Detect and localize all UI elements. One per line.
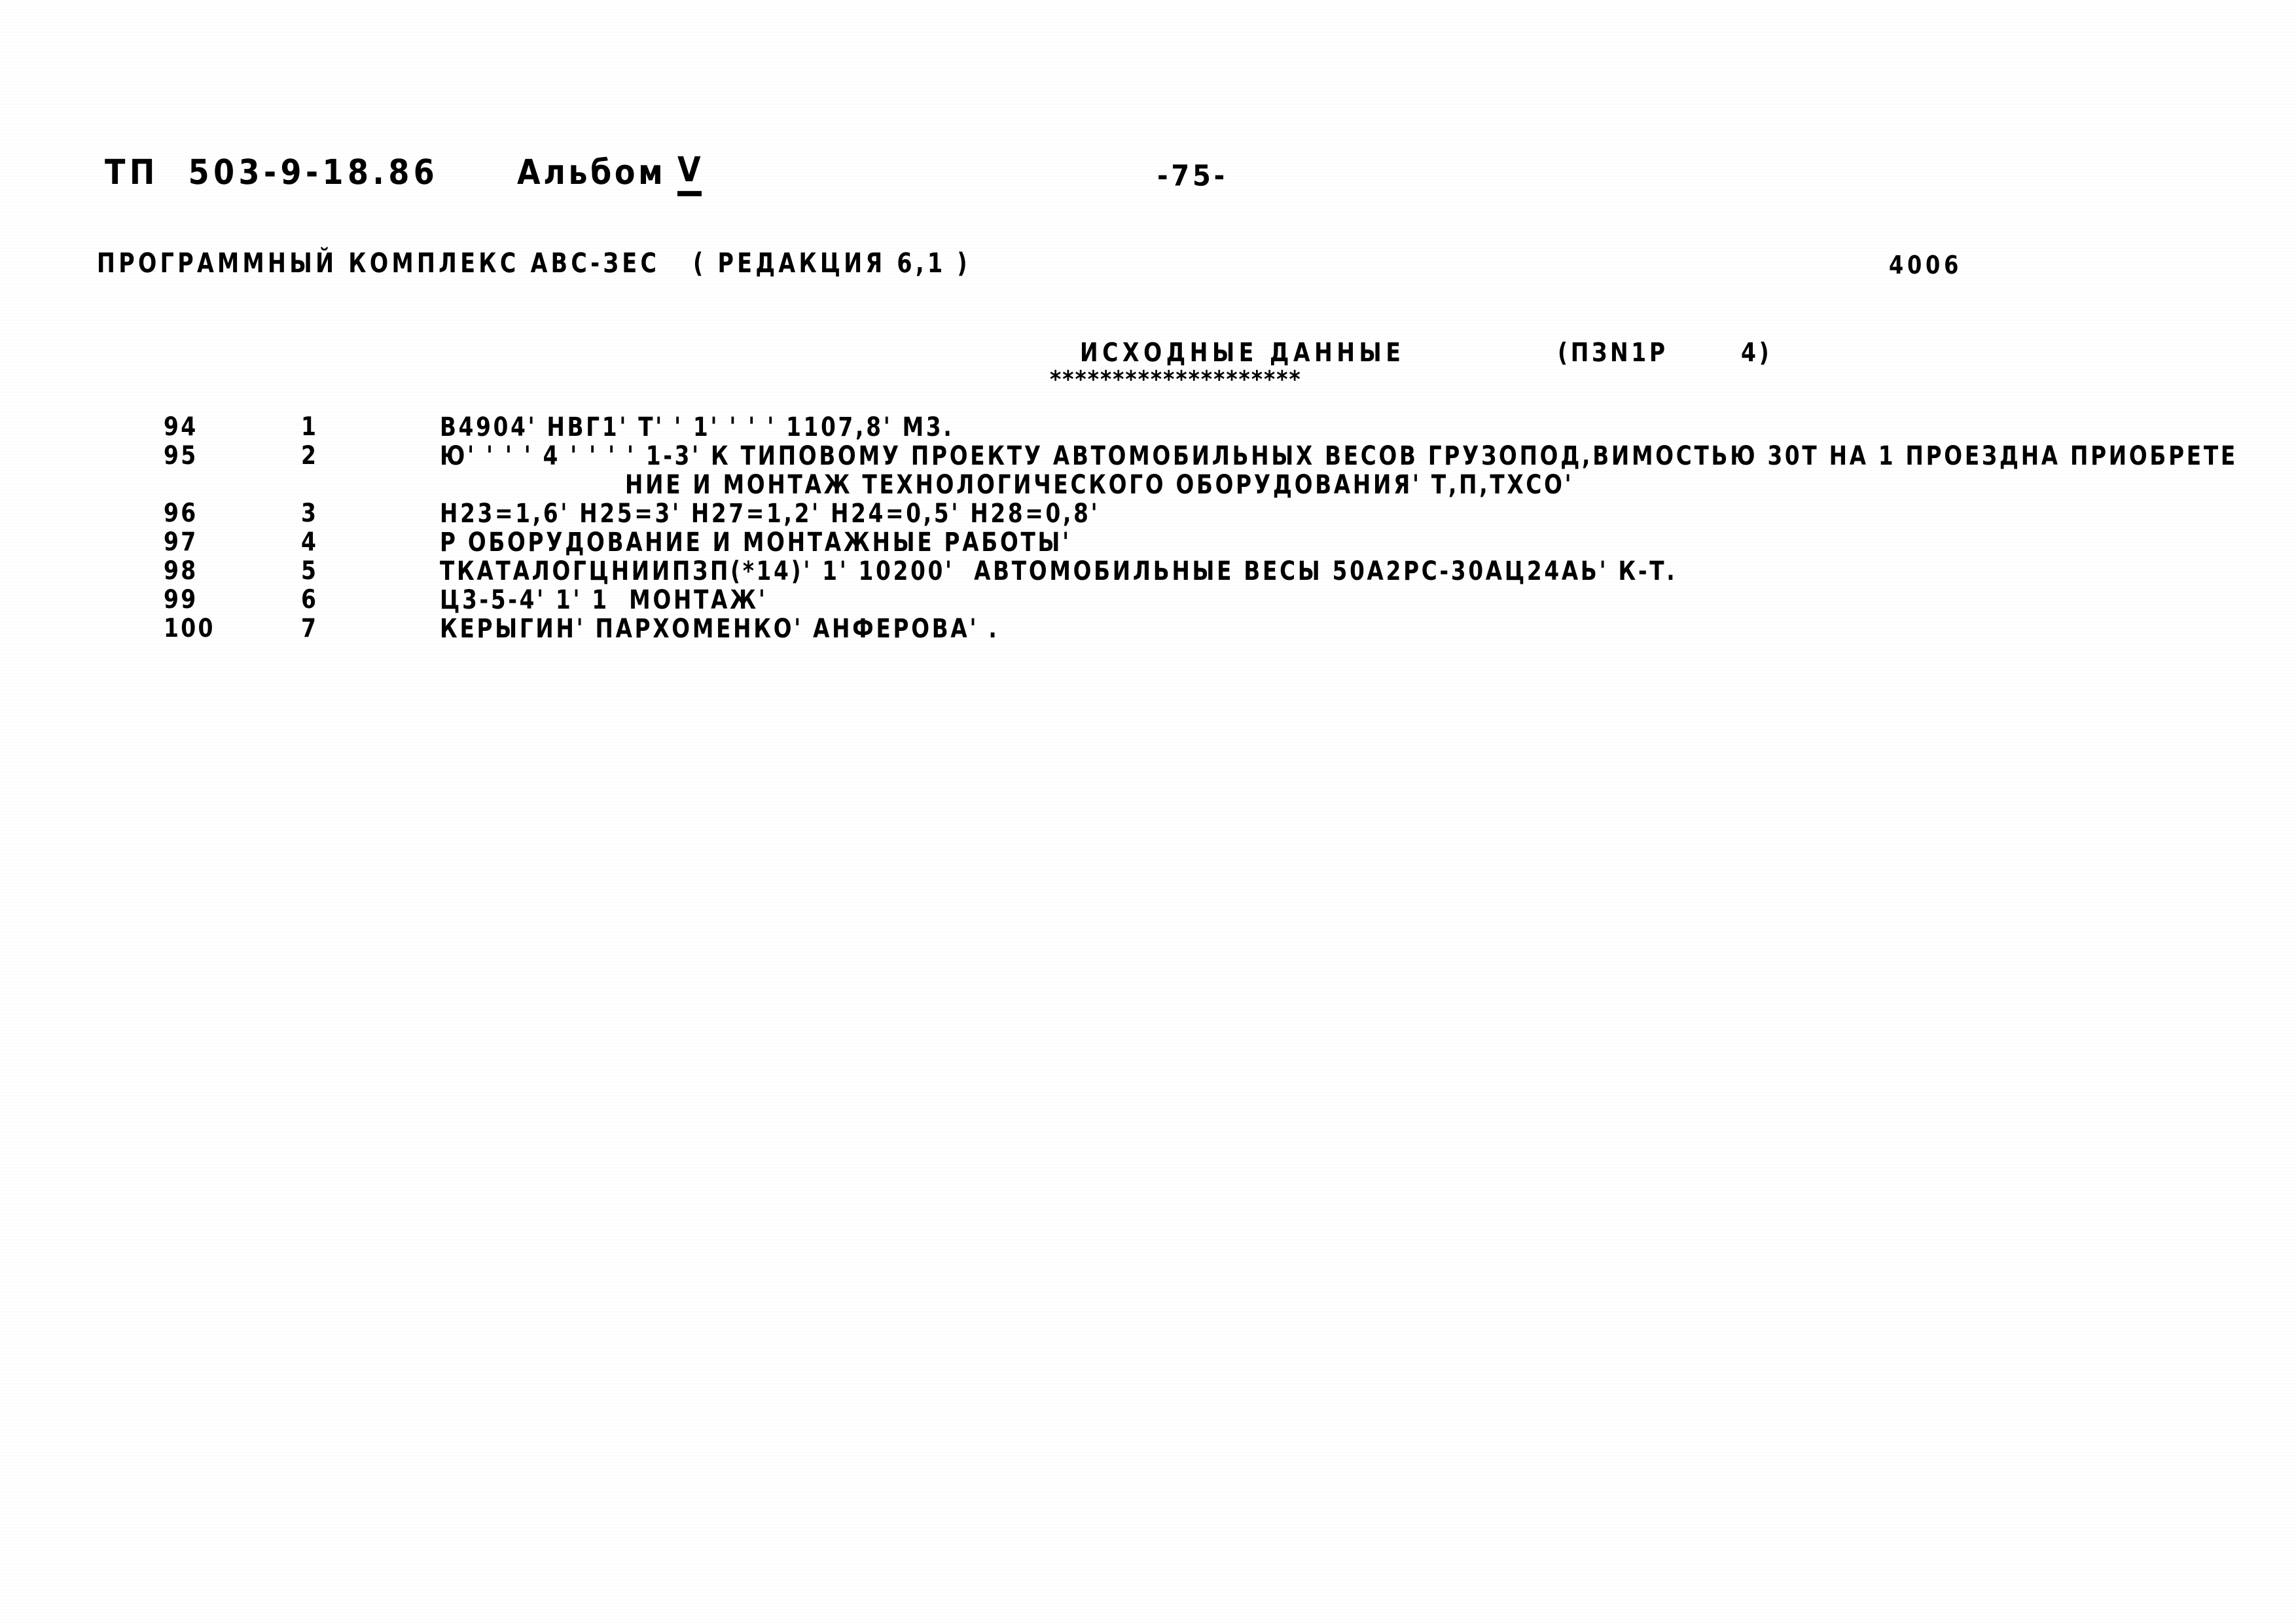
listing-row: 97 4 Р ОБОРУДОВАНИЕ И МОНТАЖНЫЕ РАБОТЫ' <box>0 526 2296 558</box>
listing-row: 94 1 В4904' НВГ1' Т' ' 1' ' ' ' 1107,8' … <box>0 411 2296 442</box>
listing-row: 98 5 ТКАТАЛОГЦНИИПЗП(*14)' 1' 10200' АВТ… <box>0 555 2296 586</box>
album-volume-number: V <box>677 149 702 196</box>
listing-row: 99 6 Ц3-5-4' 1' 1 МОНТАЖ' <box>0 584 2296 615</box>
row-record-text: Р ОБОРУДОВАНИЕ И МОНТАЖНЫЕ РАБОТЫ' <box>440 526 1071 558</box>
row-record-text-continued: НИЕ И МОНТАЖ ТЕХНОЛОГИЧЕСКОГО ОБОРУДОВАН… <box>625 469 1574 500</box>
section-title-underline: ******************** <box>1050 365 1302 393</box>
row-record-text: В4904' НВГ1' Т' ' 1' ' ' ' 1107,8' М3. <box>440 411 954 442</box>
listing-row-continuation: НИЕ И МОНТАЖ ТЕХНОЛОГИЧЕСКОГО ОБОРУДОВАН… <box>0 469 2296 500</box>
row-record-text: Ю' ' ' ' 4 ' ' ' ' 1-3' К ТИПОВОМУ ПРОЕК… <box>440 440 2238 471</box>
row-line-number: 100 <box>164 613 215 643</box>
row-sequence-number: 1 <box>301 411 319 442</box>
row-sequence-number: 2 <box>301 440 319 471</box>
row-line-number: 95 <box>164 440 198 471</box>
row-line-number: 97 <box>164 526 198 557</box>
row-record-text: КЕРЫГИН' ПАРХОМЕНКО' АНФЕРОВА' . <box>440 613 999 644</box>
row-line-number: 94 <box>164 411 198 442</box>
document-code: ТП 503-9-18.86 <box>105 152 439 192</box>
row-line-number: 99 <box>164 584 198 615</box>
row-sequence-number: 7 <box>301 613 319 643</box>
section-title: ИСХОДНЫЕ ДАННЫЕ <box>1080 337 1405 368</box>
row-sequence-number: 3 <box>301 497 319 528</box>
album-label: Альбом <box>517 152 666 192</box>
scanned-page: ТП 503-9-18.86 Альбом V -75- ПРОГРАММНЫЙ… <box>0 0 2296 1623</box>
row-sequence-number: 6 <box>301 584 319 615</box>
row-record-text: ТКАТАЛОГЦНИИПЗП(*14)' 1' 10200' АВТОМОБИ… <box>440 555 1677 586</box>
row-record-text: Ц3-5-4' 1' 1 МОНТАЖ' <box>440 584 768 615</box>
program-complex-banner: ПРОГРАММНЫЙ КОМПЛЕКС АВС-ЗЕС ( РЕДАКЦИЯ … <box>97 247 971 279</box>
section-reference-number: 4) <box>1741 337 1772 368</box>
listing-row: 96 3 Н23=1,6' Н25=3' Н27=1,2' Н24=0,5' Н… <box>0 497 2296 529</box>
row-record-text: Н23=1,6' Н25=3' Н27=1,2' Н24=0,5' Н28=0,… <box>440 497 1100 529</box>
row-line-number: 96 <box>164 497 198 528</box>
listing-row: 95 2 Ю' ' ' ' 4 ' ' ' ' 1-3' К ТИПОВОМУ … <box>0 440 2296 471</box>
section-reference-code: (ПЗN1P <box>1558 337 1668 368</box>
row-line-number: 98 <box>164 555 198 586</box>
page-number: -75- <box>1157 160 1229 193</box>
row-sequence-number: 4 <box>301 526 319 557</box>
row-sequence-number: 5 <box>301 555 319 586</box>
listing-row: 100 7 КЕРЫГИН' ПАРХОМЕНКО' АНФЕРОВА' . <box>0 613 2296 644</box>
data-listing: 94 1 В4904' НВГ1' Т' ' 1' ' ' ' 1107,8' … <box>0 411 2296 644</box>
job-number: 4006 <box>1889 250 1963 280</box>
scan-grain-overlay <box>0 0 2296 1623</box>
